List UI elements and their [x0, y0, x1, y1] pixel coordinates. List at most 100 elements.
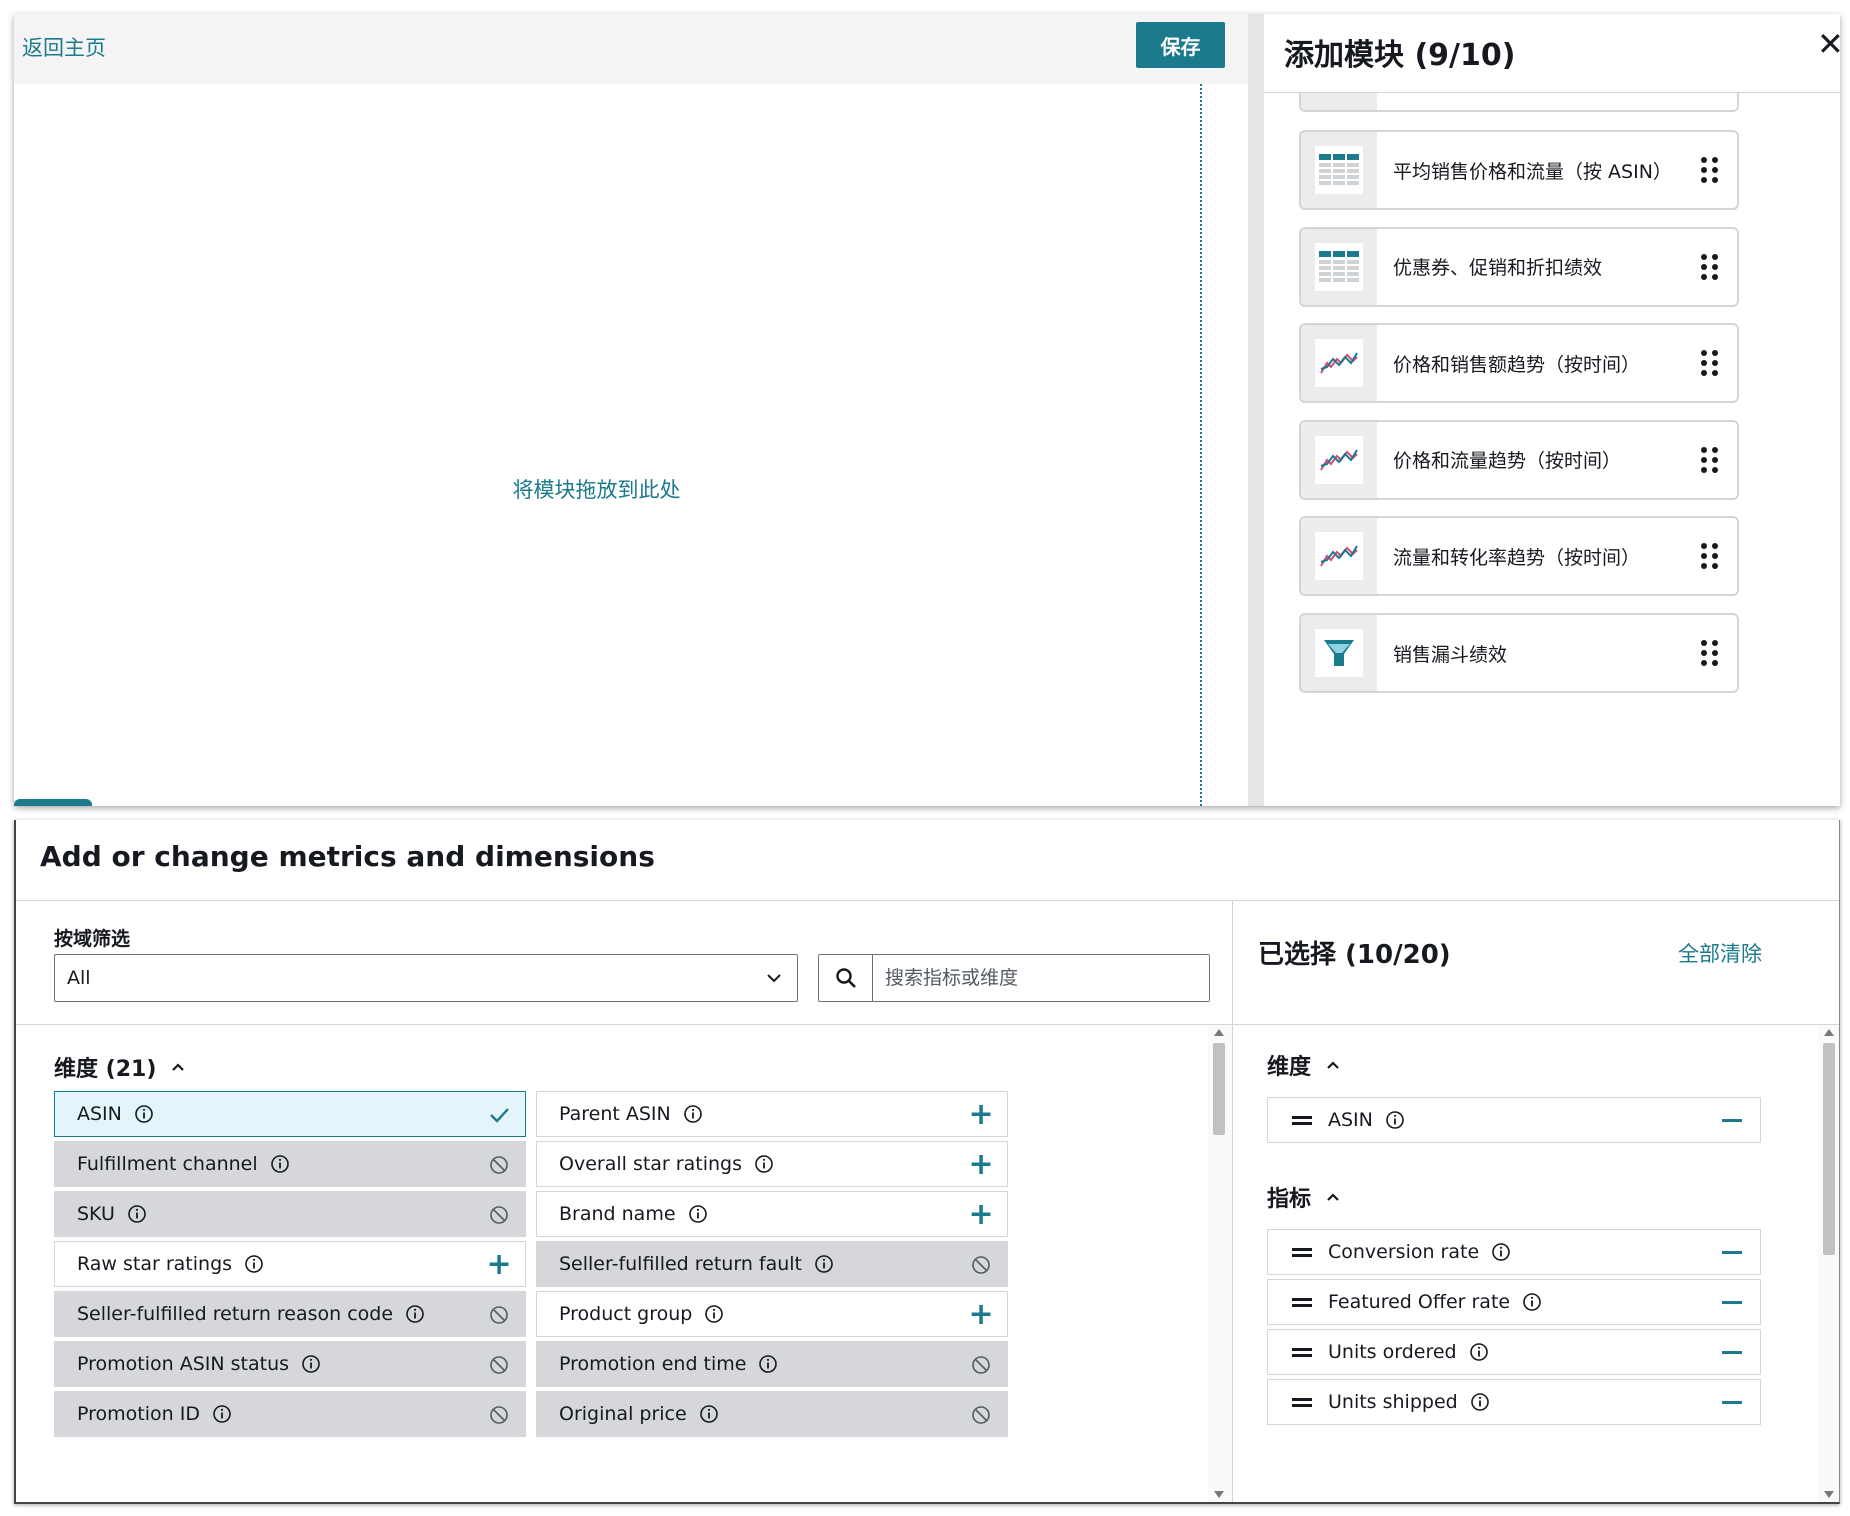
dimension-label: ASIN — [77, 1103, 122, 1125]
scroll-down-arrow[interactable] — [1824, 1491, 1834, 1498]
dimension-label: Promotion end time — [559, 1353, 747, 1375]
scroll-up-arrow[interactable] — [1824, 1029, 1834, 1036]
dimension-chip[interactable]: Product group + — [536, 1291, 1008, 1337]
selected-item[interactable]: ASIN — [1267, 1097, 1761, 1143]
drag-handle-icon[interactable] — [1292, 1113, 1312, 1128]
info-icon[interactable] — [244, 1254, 264, 1274]
close-icon[interactable]: ✕ — [1817, 28, 1840, 60]
selected-item[interactable]: Conversion rate — [1267, 1229, 1761, 1275]
module-card[interactable]: 价格和流量趋势（按时间） — [1299, 419, 1739, 500]
info-icon[interactable] — [301, 1354, 321, 1374]
module-icon-box — [1301, 132, 1377, 208]
remove-icon[interactable] — [1722, 1301, 1742, 1304]
info-icon[interactable] — [1469, 1342, 1489, 1362]
drag-handle-icon[interactable] — [1701, 543, 1719, 570]
remove-icon[interactable] — [1722, 1401, 1742, 1404]
scrollbar-thumb[interactable] — [1823, 1043, 1835, 1255]
scrollbar[interactable] — [1208, 1025, 1232, 1502]
dimension-chip: Promotion end time — [536, 1341, 1008, 1387]
dimension-chip: Original price — [536, 1391, 1008, 1437]
dimension-chip[interactable]: Brand name + — [536, 1191, 1008, 1237]
dimension-chip: Promotion ASIN status — [54, 1341, 526, 1387]
clear-all-link[interactable]: 全部清除 — [1678, 938, 1762, 968]
dimensions-list-area: 维度 (21) ASIN Parent ASIN + Fulfillment chan… — [16, 1025, 1232, 1502]
add-icon[interactable]: + — [486, 1250, 511, 1280]
line-chart-icon — [1315, 532, 1363, 581]
back-to-home-link[interactable]: 返回主页 — [22, 32, 106, 62]
drag-handle-icon[interactable] — [1701, 253, 1719, 280]
dimension-chip[interactable]: Raw star ratings + — [54, 1241, 526, 1287]
add-icon[interactable]: + — [968, 1300, 993, 1330]
dimension-chip[interactable]: ASIN — [54, 1091, 526, 1137]
info-icon[interactable] — [1522, 1292, 1542, 1312]
info-icon[interactable] — [754, 1154, 774, 1174]
panel-divider — [1248, 14, 1264, 806]
module-card[interactable]: 销售漏斗绩效 — [1299, 613, 1739, 693]
dimension-label: Seller-fulfilled return reason code — [77, 1303, 394, 1325]
add-icon[interactable]: + — [968, 1200, 993, 1230]
module-card[interactable]: 优惠券、促销和折扣绩效 — [1299, 226, 1739, 307]
search-icon[interactable] — [819, 955, 873, 1001]
drag-handle-icon[interactable] — [1701, 157, 1719, 183]
dimension-chip[interactable]: Overall star ratings + — [536, 1141, 1008, 1187]
add-icon[interactable]: + — [968, 1150, 993, 1180]
info-icon[interactable] — [1385, 1110, 1405, 1130]
drag-handle-icon[interactable] — [1701, 640, 1719, 666]
drag-handle-icon[interactable] — [1292, 1295, 1312, 1310]
dimension-label: Raw star ratings — [77, 1253, 233, 1275]
info-icon[interactable] — [1470, 1392, 1490, 1412]
dimension-chip[interactable]: Parent ASIN + — [536, 1091, 1008, 1137]
divider — [1264, 92, 1840, 93]
disabled-icon — [487, 1203, 511, 1227]
info-icon[interactable] — [699, 1404, 719, 1424]
info-icon[interactable] — [758, 1354, 778, 1374]
remove-icon[interactable] — [1722, 1119, 1742, 1122]
dimension-chip: Seller-fulfilled return reason code — [54, 1291, 526, 1337]
scroll-up-arrow[interactable] — [1214, 1029, 1224, 1036]
drag-handle-icon[interactable] — [1701, 350, 1719, 377]
chevron-up-icon — [1327, 1193, 1339, 1201]
dimension-chip: SKU — [54, 1191, 526, 1237]
module-icon-box — [1301, 518, 1377, 595]
save-button[interactable]: 保存 — [1136, 22, 1225, 68]
disabled-icon — [487, 1153, 511, 1177]
module-card[interactable]: 流量和转化率趋势（按时间） — [1299, 516, 1739, 597]
info-icon[interactable] — [127, 1204, 147, 1224]
drag-handle-icon[interactable] — [1292, 1345, 1312, 1360]
search-input[interactable] — [873, 955, 1209, 1001]
filter-label: 按域筛选 — [54, 928, 131, 950]
info-icon[interactable] — [134, 1104, 154, 1124]
remove-icon[interactable] — [1722, 1351, 1742, 1354]
info-icon[interactable] — [688, 1204, 708, 1224]
check-icon[interactable] — [487, 1103, 511, 1127]
info-icon[interactable] — [704, 1304, 724, 1324]
selected-item[interactable]: Featured Offer rate — [1267, 1279, 1761, 1325]
module-card[interactable]: 价格和销售额趋势（按时间） — [1299, 323, 1739, 404]
scroll-down-arrow[interactable] — [1214, 1491, 1224, 1498]
dimensions-heading: 维度 (21) — [54, 1057, 157, 1082]
add-icon[interactable]: + — [968, 1100, 993, 1130]
info-icon[interactable] — [405, 1304, 425, 1324]
info-icon[interactable] — [683, 1104, 703, 1124]
info-icon[interactable] — [1491, 1242, 1511, 1262]
drag-handle-icon[interactable] — [1292, 1395, 1312, 1410]
info-icon[interactable] — [270, 1154, 290, 1174]
module-label: 优惠券、促销和折扣绩效 — [1393, 257, 1603, 280]
remove-icon[interactable] — [1722, 1251, 1742, 1254]
selected-item[interactable]: Units ordered — [1267, 1329, 1761, 1375]
scrollbar[interactable] — [1818, 1025, 1839, 1502]
selected-metrics-toggle[interactable]: 指标 — [1267, 1181, 1341, 1213]
selected-dimensions-toggle[interactable]: 维度 — [1267, 1049, 1341, 1081]
module-card[interactable]: 平均销售价格和流量（按 ASIN） — [1299, 130, 1739, 210]
selected-item[interactable]: Units shipped — [1267, 1379, 1761, 1425]
dimensions-section-toggle[interactable]: 维度 (21) — [54, 1051, 186, 1083]
drop-zone-hint[interactable]: 将模块拖放到此处 — [14, 474, 1179, 504]
domain-filter-select[interactable]: All — [54, 954, 798, 1002]
info-icon[interactable] — [212, 1404, 232, 1424]
scrollbar-thumb[interactable] — [1213, 1043, 1225, 1135]
info-icon[interactable] — [814, 1254, 834, 1274]
module-label: 流量和转化率趋势（按时间） — [1393, 546, 1641, 569]
drag-handle-icon[interactable] — [1292, 1245, 1312, 1260]
dimension-label: Fulfillment channel — [77, 1153, 258, 1175]
drag-handle-icon[interactable] — [1701, 446, 1719, 473]
